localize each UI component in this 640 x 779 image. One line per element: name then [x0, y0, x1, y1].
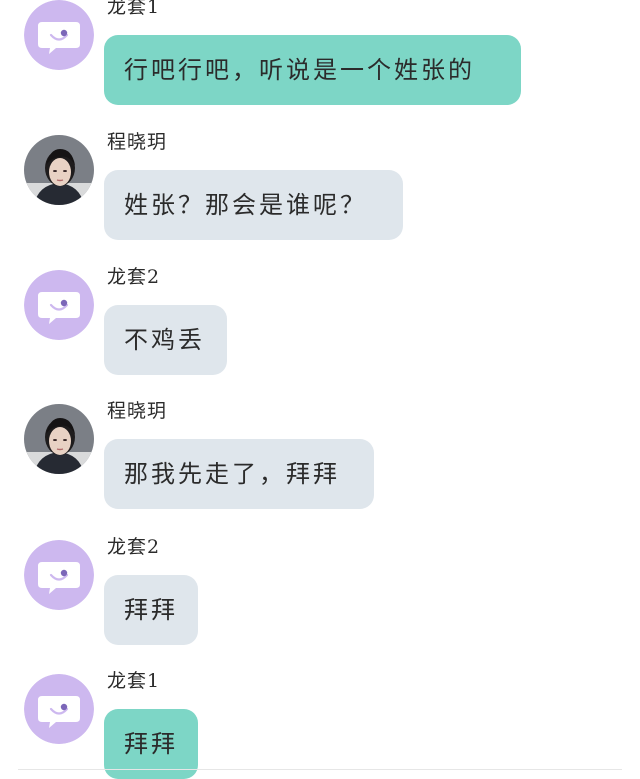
- sender-name: 程晓玥: [107, 131, 168, 153]
- message-bubble[interactable]: 行吧行吧，听说是一个姓张的: [104, 35, 521, 105]
- message-bubble[interactable]: 不鸡丢: [104, 305, 227, 375]
- bot-avatar-icon[interactable]: [24, 674, 94, 744]
- user-avatar[interactable]: [24, 135, 94, 205]
- chat-window: 龙套1 行吧行吧，听说是一个姓张的 程晓玥 姓张？那会是谁呢？ 龙套2 不鸡丢 …: [0, 0, 640, 779]
- bot-avatar-icon[interactable]: [24, 0, 94, 70]
- message-bubble[interactable]: 姓张？那会是谁呢？: [104, 170, 403, 240]
- sender-name: 龙套1: [107, 0, 161, 18]
- sender-name: 龙套2: [107, 266, 161, 288]
- user-avatar[interactable]: [24, 404, 94, 474]
- message-bubble[interactable]: 那我先走了，拜拜: [104, 439, 374, 509]
- bot-avatar-icon[interactable]: [24, 540, 94, 610]
- message-bubble[interactable]: 拜拜: [104, 575, 198, 645]
- input-bar-edge: [18, 769, 622, 774]
- bot-avatar-icon[interactable]: [24, 270, 94, 340]
- sender-name: 龙套2: [107, 536, 161, 558]
- sender-name: 龙套1: [107, 670, 161, 692]
- sender-name: 程晓玥: [107, 400, 168, 422]
